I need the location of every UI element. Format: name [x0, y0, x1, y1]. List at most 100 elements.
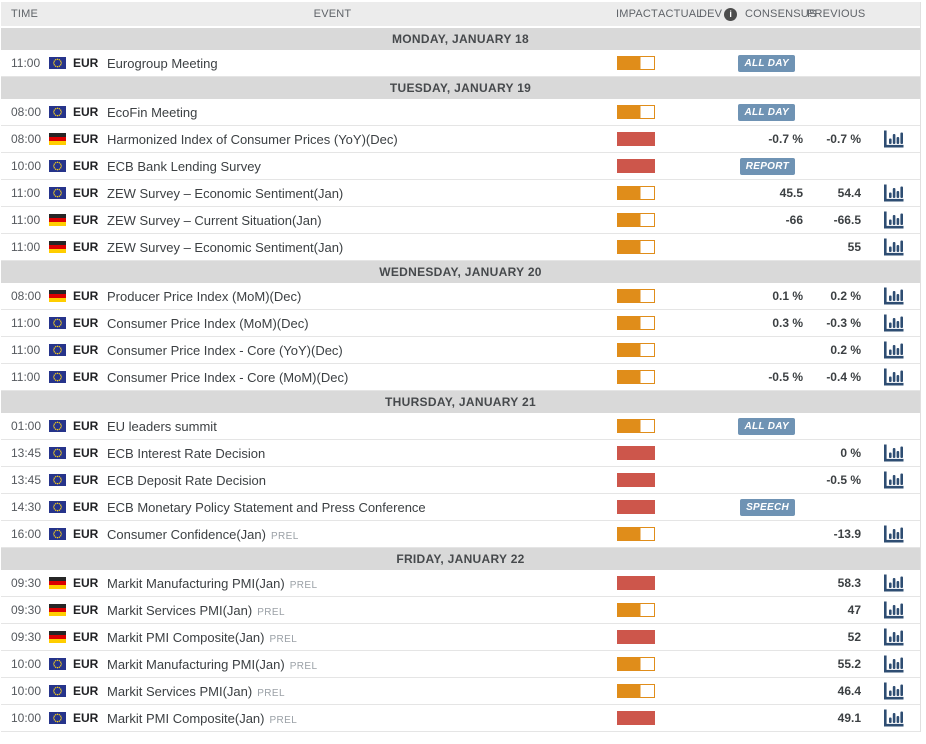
eu-flag-icon [49, 447, 73, 459]
event-row[interactable]: 09:30 EUR Markit Services PMI(Jan)PREL 4… [1, 597, 920, 624]
event-row[interactable]: 11:00 EUR ZEW Survey – Economic Sentimen… [1, 234, 920, 261]
calendar-body: MONDAY, JANUARY 18 11:00 EUR Eurogroup M… [1, 28, 920, 732]
currency-label: EUR [73, 657, 107, 671]
bar-chart-button[interactable] [883, 601, 904, 619]
currency-label: EUR [73, 527, 107, 541]
previous-value: 46.4 [807, 684, 867, 698]
previous-value: 58.3 [807, 576, 867, 590]
event-row[interactable]: 14:30 EUR ECB Monetary Policy Statement … [1, 494, 920, 521]
day-header: TUESDAY, JANUARY 19 [1, 77, 920, 99]
day-section: THURSDAY, JANUARY 21 01:00 EUR EU leader… [1, 391, 920, 548]
bar-chart-button[interactable] [883, 471, 904, 489]
bar-chart-button[interactable] [883, 682, 904, 700]
day-header-label: MONDAY, JANUARY 18 [392, 32, 529, 46]
bar-chart-button[interactable] [883, 368, 904, 386]
eu-flag-icon [49, 501, 73, 513]
impact-bar [617, 527, 655, 541]
germany-flag-icon [49, 604, 73, 616]
bar-chart-button[interactable] [883, 130, 904, 148]
consensus-value: ALL DAY [745, 104, 807, 121]
event-name: Markit Services PMI(Jan)PREL [107, 684, 616, 699]
event-name: ECB Bank Lending Survey [107, 159, 616, 174]
bar-chart-button[interactable] [883, 574, 904, 592]
chart-cell [867, 130, 920, 148]
bar-chart-button[interactable] [883, 287, 904, 305]
event-row[interactable]: 08:00 EUR Harmonized Index of Consumer P… [1, 126, 920, 153]
event-name: ECB Monetary Policy Statement and Press … [107, 500, 616, 515]
chart-cell [867, 211, 920, 229]
eu-flag-icon [49, 106, 73, 118]
previous-value: 0.2 % [807, 289, 867, 303]
consensus-value: SPEECH [745, 499, 807, 516]
germany-flag-icon [49, 214, 73, 226]
bar-chart-button[interactable] [883, 655, 904, 673]
bar-chart-button[interactable] [883, 238, 904, 256]
event-row[interactable]: 10:00 EUR Markit Manufacturing PMI(Jan)P… [1, 651, 920, 678]
event-time: 10:00 [1, 159, 49, 173]
event-row[interactable]: 01:00 EUR EU leaders summit ALL DAY [1, 413, 920, 440]
impact-indicator [616, 159, 658, 173]
bar-chart-button[interactable] [883, 628, 904, 646]
impact-bar [617, 446, 655, 460]
germany-flag-icon [49, 241, 73, 253]
day-header-label: WEDNESDAY, JANUARY 20 [379, 265, 542, 279]
eu-flag-icon [49, 528, 73, 540]
event-row[interactable]: 09:30 EUR Markit PMI Composite(Jan)PREL … [1, 624, 920, 651]
bar-chart-button[interactable] [883, 525, 904, 543]
event-badge: ALL DAY [738, 55, 795, 72]
currency-label: EUR [73, 711, 107, 725]
chart-cell [867, 709, 920, 727]
consensus-value: 0.1 % [745, 289, 807, 303]
previous-value: 49.1 [807, 711, 867, 725]
event-row[interactable]: 10:00 EUR ECB Bank Lending Survey REPORT [1, 153, 920, 180]
currency-label: EUR [73, 56, 107, 70]
event-row[interactable]: 11:00 EUR Consumer Price Index - Core (Y… [1, 337, 920, 364]
event-time: 11:00 [1, 56, 49, 70]
info-icon[interactable]: i [724, 8, 737, 21]
event-row[interactable]: 13:45 EUR ECB Deposit Rate Decision -0.5… [1, 467, 920, 494]
event-time: 16:00 [1, 527, 49, 541]
event-row[interactable]: 16:00 EUR Consumer Confidence(Jan)PREL -… [1, 521, 920, 548]
previous-value: 0 % [807, 446, 867, 460]
consensus-value: ALL DAY [745, 55, 807, 72]
impact-indicator [616, 419, 658, 433]
previous-value: -0.4 % [807, 370, 867, 384]
impact-indicator [616, 343, 658, 357]
bar-chart-button[interactable] [883, 211, 904, 229]
event-row[interactable]: 13:45 EUR ECB Interest Rate Decision 0 % [1, 440, 920, 467]
event-row[interactable]: 11:00 EUR Consumer Price Index - Core (M… [1, 364, 920, 391]
previous-value: 47 [807, 603, 867, 617]
event-time: 10:00 [1, 684, 49, 698]
event-row[interactable]: 08:00 EUR Producer Price Index (MoM)(Dec… [1, 283, 920, 310]
chart-cell [867, 368, 920, 386]
event-row[interactable]: 09:30 EUR Markit Manufacturing PMI(Jan)P… [1, 570, 920, 597]
bar-chart-button[interactable] [883, 314, 904, 332]
bar-chart-button[interactable] [883, 709, 904, 727]
impact-bar [617, 419, 655, 433]
impact-bar [617, 500, 655, 514]
event-row[interactable]: 11:00 EUR Consumer Price Index (MoM)(Dec… [1, 310, 920, 337]
event-row[interactable]: 10:00 EUR Markit Services PMI(Jan)PREL 4… [1, 678, 920, 705]
bar-chart-button[interactable] [883, 341, 904, 359]
event-badge: SPEECH [740, 499, 795, 516]
column-header-previous: PREVIOUS [807, 8, 867, 20]
currency-label: EUR [73, 576, 107, 590]
event-time: 08:00 [1, 289, 49, 303]
impact-bar [617, 159, 655, 173]
event-time: 09:30 [1, 576, 49, 590]
bar-chart-button[interactable] [883, 444, 904, 462]
previous-value: 54.4 [807, 186, 867, 200]
event-row[interactable]: 11:00 EUR Eurogroup Meeting ALL DAY [1, 50, 920, 77]
impact-indicator [616, 370, 658, 384]
previous-value: -66.5 [807, 213, 867, 227]
event-row[interactable]: 11:00 EUR ZEW Survey – Economic Sentimen… [1, 180, 920, 207]
currency-label: EUR [73, 630, 107, 644]
bar-chart-button[interactable] [883, 184, 904, 202]
event-row[interactable]: 11:00 EUR ZEW Survey – Current Situation… [1, 207, 920, 234]
impact-indicator [616, 446, 658, 460]
event-row[interactable]: 08:00 EUR EcoFin Meeting ALL DAY [1, 99, 920, 126]
event-row[interactable]: 10:00 EUR Markit PMI Composite(Jan)PREL … [1, 705, 920, 732]
event-name: Producer Price Index (MoM)(Dec) [107, 289, 616, 304]
consensus-value: 45.5 [745, 186, 807, 200]
chart-cell [867, 628, 920, 646]
